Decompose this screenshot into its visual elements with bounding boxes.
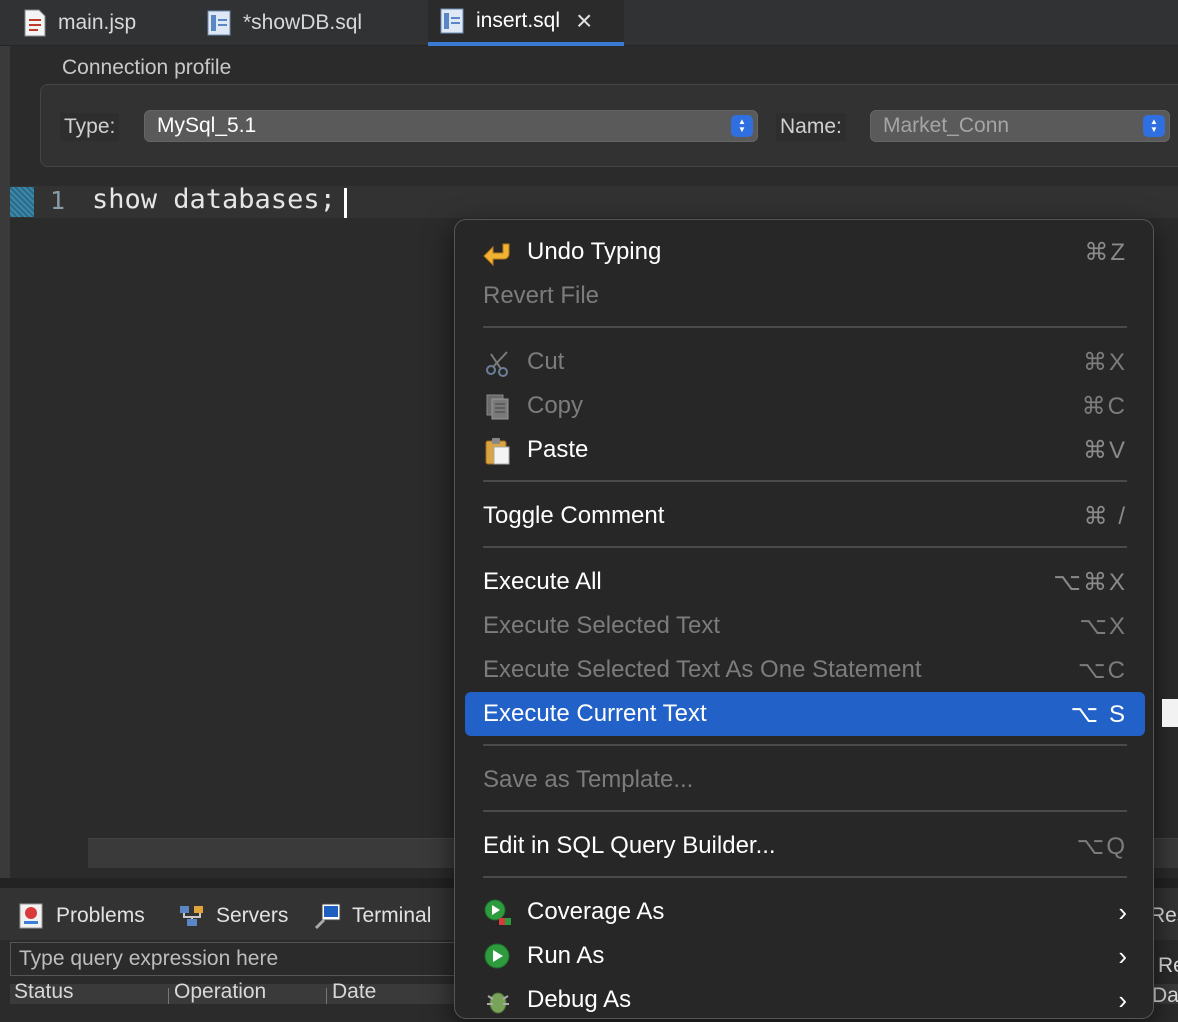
column-divider[interactable] bbox=[326, 988, 327, 1004]
tab-servers[interactable]: Servers bbox=[178, 900, 288, 932]
menu-item-debug-as[interactable]: Debug As › bbox=[465, 978, 1145, 1022]
copy-icon bbox=[486, 394, 509, 420]
tab-label: Problems bbox=[56, 904, 145, 927]
terminal-icon bbox=[314, 903, 341, 930]
menu-item-execute-all[interactable]: Execute All ⌥⌘X bbox=[465, 560, 1145, 604]
editor-left-stripe bbox=[0, 46, 10, 886]
clipboard-icon bbox=[485, 438, 510, 465]
column-header-date[interactable]: Date bbox=[332, 980, 376, 1004]
tab-terminal[interactable]: Terminal bbox=[314, 900, 431, 932]
editor-tab-bar: main.jsp *showDB.sql insert.sql × bbox=[0, 0, 1178, 46]
results-tab-fragment[interactable]: Res bbox=[1150, 904, 1178, 928]
text-caret bbox=[344, 188, 347, 218]
sql-file-icon bbox=[440, 8, 464, 34]
tab-insert-sql[interactable]: insert.sql × bbox=[428, 0, 624, 46]
menu-item-toggle-comment[interactable]: Toggle Comment ⌘ / bbox=[465, 494, 1145, 538]
menu-item-coverage-as[interactable]: Coverage As › bbox=[465, 890, 1145, 934]
column-divider[interactable] bbox=[168, 988, 169, 1004]
sql-editor-text[interactable]: show databases; bbox=[92, 184, 336, 215]
tab-label: Terminal bbox=[352, 904, 432, 927]
menu-item-save-as-template[interactable]: Save as Template... bbox=[465, 758, 1145, 802]
menu-separator bbox=[483, 480, 1127, 482]
query-expression-input[interactable]: Type query expression here bbox=[10, 942, 470, 976]
column-header-status[interactable]: Status bbox=[14, 980, 74, 1004]
menu-separator bbox=[483, 876, 1127, 878]
chevron-updown-icon: ▲ ▼ bbox=[731, 115, 753, 137]
sql-file-icon bbox=[207, 10, 231, 36]
undo-icon bbox=[483, 243, 510, 267]
tab-problems[interactable]: Problems bbox=[18, 900, 145, 932]
menu-item-revert-file[interactable]: Revert File bbox=[465, 274, 1145, 318]
menu-item-paste[interactable]: Paste ⌘V bbox=[465, 428, 1145, 472]
submenu-edge bbox=[1162, 699, 1178, 727]
type-select[interactable]: MySql_5.1 ▲ ▼ bbox=[144, 110, 758, 142]
menu-separator bbox=[483, 546, 1127, 548]
close-icon[interactable]: × bbox=[576, 7, 592, 35]
results-fragment: Re bbox=[1158, 954, 1178, 977]
menu-item-undo-typing[interactable]: Undo Typing ⌘Z bbox=[465, 230, 1145, 274]
column-header-operation[interactable]: Operation bbox=[174, 980, 266, 1004]
menu-item-copy[interactable]: Copy ⌘C bbox=[465, 384, 1145, 428]
name-select-value: Market_Conn bbox=[883, 114, 1010, 137]
menu-separator bbox=[483, 326, 1127, 328]
tab-showdb-sql[interactable]: *showDB.sql bbox=[207, 0, 362, 46]
name-label: Name: bbox=[776, 113, 846, 141]
line-number: 1 bbox=[50, 186, 66, 215]
menu-item-execute-selected-one-statement[interactable]: Execute Selected Text As One Statement ⌥… bbox=[465, 648, 1145, 692]
tab-label: insert.sql bbox=[476, 9, 561, 32]
tab-label: *showDB.sql bbox=[243, 11, 363, 34]
menu-separator bbox=[483, 810, 1127, 812]
chevron-right-icon: › bbox=[1118, 940, 1127, 971]
menu-item-execute-current-text[interactable]: Execute Current Text ⌥ S bbox=[465, 692, 1145, 736]
tab-label: main.jsp bbox=[58, 11, 137, 34]
menu-item-edit-in-query-builder[interactable]: Edit in SQL Query Builder... ⌥Q bbox=[465, 824, 1145, 868]
run-icon bbox=[484, 943, 510, 969]
name-select[interactable]: Market_Conn ▲ ▼ bbox=[870, 110, 1170, 142]
type-select-value: MySql_5.1 bbox=[157, 114, 257, 137]
jsp-file-icon bbox=[24, 9, 46, 37]
connection-profile-title: Connection profile bbox=[62, 56, 232, 79]
chevron-right-icon: › bbox=[1118, 896, 1127, 927]
data-fragment: Data bbox=[1152, 984, 1178, 1007]
chevron-updown-icon: ▲ ▼ bbox=[1143, 115, 1165, 137]
scissors-icon bbox=[486, 351, 508, 377]
menu-separator bbox=[483, 744, 1127, 746]
problems-icon bbox=[19, 903, 43, 929]
type-label: Type: bbox=[60, 113, 120, 141]
context-menu: Undo Typing ⌘Z Revert File Cut ⌘X Copy ⌘… bbox=[454, 219, 1154, 1019]
debug-icon bbox=[487, 992, 509, 1014]
menu-item-execute-selected-text[interactable]: Execute Selected Text ⌥X bbox=[465, 604, 1145, 648]
tab-main-jsp[interactable]: main.jsp bbox=[22, 0, 136, 46]
coverage-icon bbox=[484, 899, 511, 925]
menu-item-run-as[interactable]: Run As › bbox=[465, 934, 1145, 978]
line-marker bbox=[10, 187, 34, 217]
servers-icon bbox=[180, 906, 203, 926]
chevron-right-icon: › bbox=[1118, 984, 1127, 1015]
menu-item-cut[interactable]: Cut ⌘X bbox=[465, 340, 1145, 384]
tab-label: Servers bbox=[216, 904, 289, 927]
